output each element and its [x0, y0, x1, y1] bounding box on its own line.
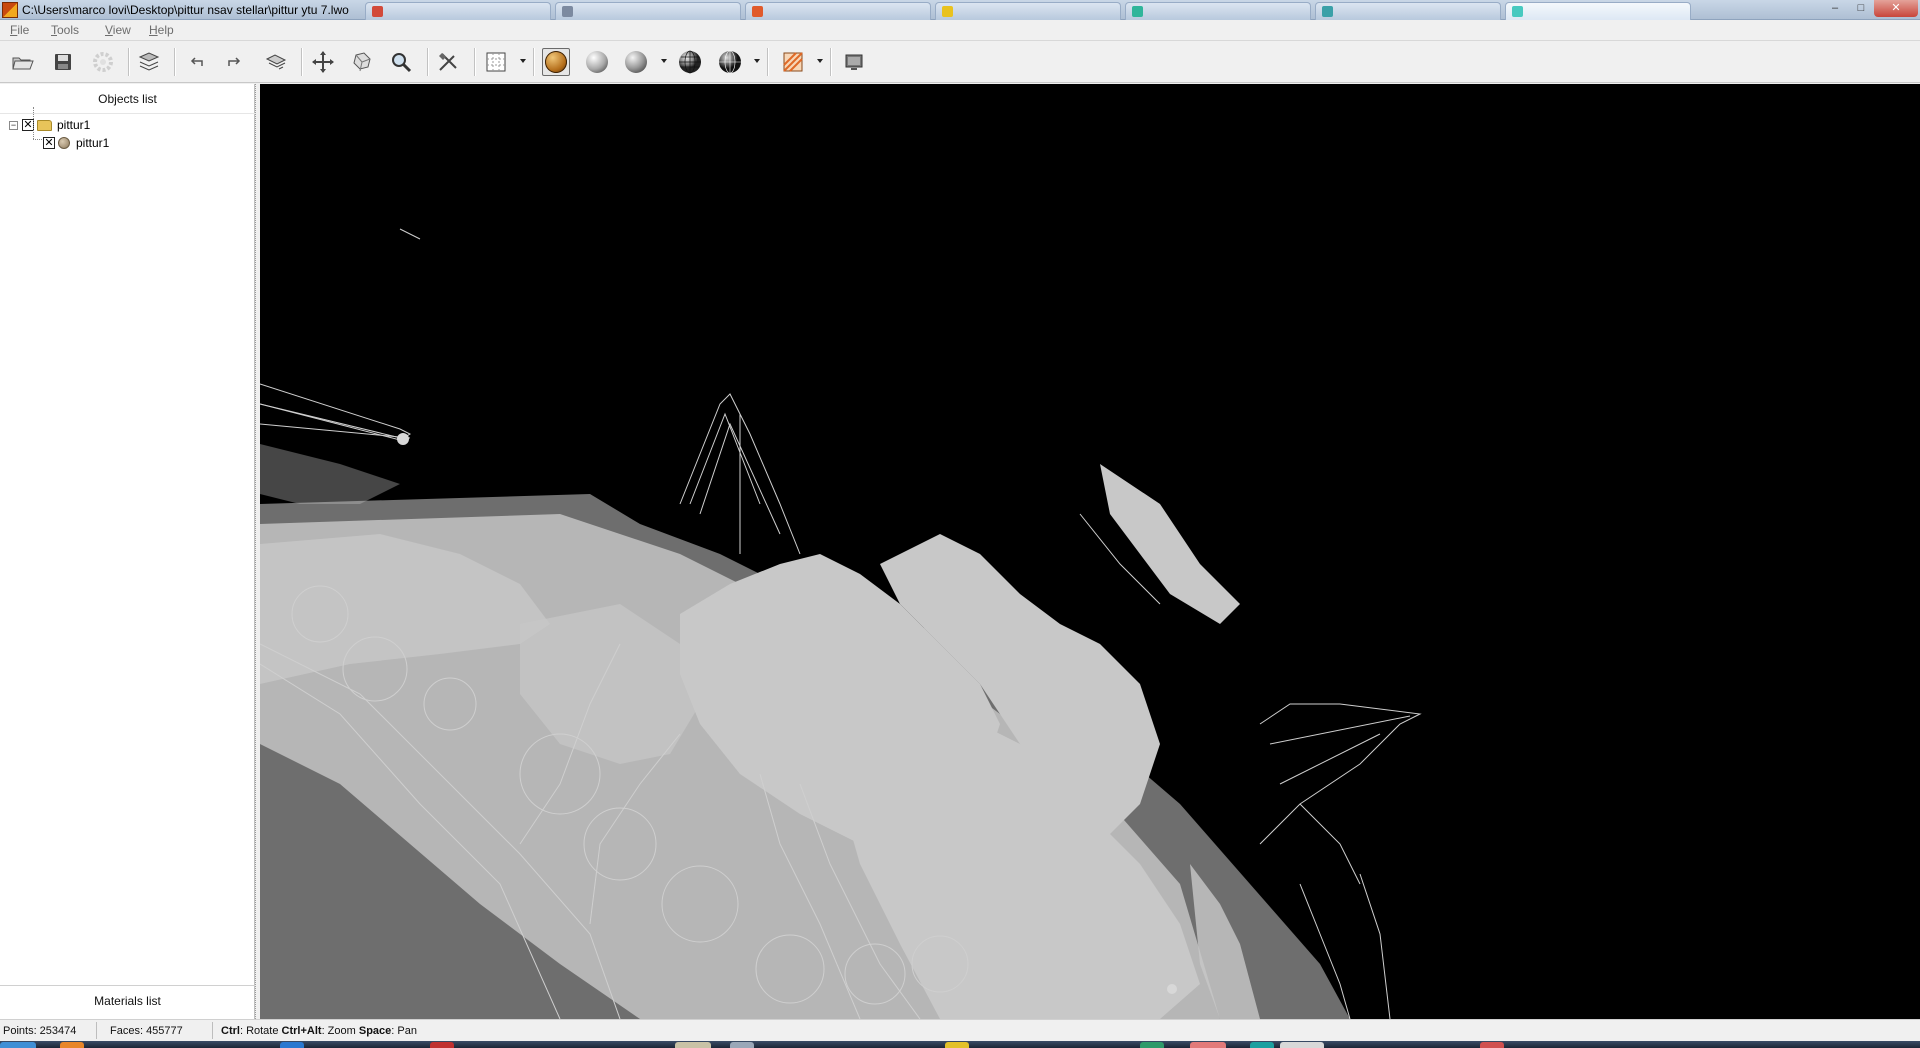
taskbar-app-icon[interactable] — [1250, 1042, 1274, 1048]
background-tab[interactable] — [1125, 2, 1311, 20]
toolbar-separator — [301, 48, 302, 76]
os-taskbar — [0, 1041, 1920, 1048]
background-tab[interactable] — [935, 2, 1121, 20]
menu-bar: File Tools View Help — [0, 20, 1920, 41]
open-icon[interactable] — [9, 48, 37, 76]
hint-key: Ctrl — [221, 1025, 240, 1037]
background-tab[interactable] — [745, 2, 931, 20]
taskbar-app-icon[interactable] — [1480, 1042, 1504, 1048]
wireframe-dropdown-arrow-icon[interactable] — [754, 59, 760, 63]
hint-action: : Rotate — [239, 1025, 282, 1037]
tools-icon[interactable] — [434, 48, 462, 76]
tree-node-label: pittur1 — [76, 136, 110, 150]
menu-file[interactable]: File — [10, 23, 29, 37]
background-dropdown-arrow-icon[interactable] — [817, 59, 823, 63]
taskbar-app-icon[interactable] — [280, 1042, 304, 1048]
taskbar-app-icon[interactable] — [60, 1042, 84, 1048]
background-tab[interactable] — [1505, 2, 1691, 20]
hint-key: Ctrl+Alt — [281, 1025, 322, 1037]
menu-view[interactable]: View — [105, 23, 131, 37]
move-icon[interactable] — [309, 48, 337, 76]
faces-count: Faces: 455777 — [110, 1025, 183, 1037]
background-tab[interactable] — [365, 2, 551, 20]
wireframe-shaded-icon[interactable] — [676, 48, 704, 76]
taskbar-app-icon[interactable] — [1140, 1042, 1164, 1048]
screenshot-icon[interactable] — [840, 48, 868, 76]
toolbar-separator — [174, 48, 175, 76]
background-icon[interactable] — [779, 48, 807, 76]
toolbar-separator — [128, 48, 129, 76]
zoom-icon[interactable] — [387, 48, 415, 76]
tree-node-label: pittur1 — [57, 118, 91, 132]
toolbar-separator — [830, 48, 831, 76]
hint-action: : Zoom — [321, 1025, 359, 1037]
tree-connector — [33, 139, 42, 140]
taskbar-app-icon[interactable] — [430, 1042, 454, 1048]
background-tab[interactable] — [555, 2, 741, 20]
textured-shading-icon[interactable] — [542, 48, 570, 76]
wireframe-icon[interactable] — [716, 48, 744, 76]
toolbar — [0, 41, 1920, 83]
start-button[interactable] — [0, 1042, 36, 1048]
collapse-toggle-icon[interactable]: − — [9, 120, 18, 130]
grid-display-icon[interactable] — [482, 48, 510, 76]
title-bar[interactable]: C:\Users\marco lovi\Desktop\pittur nsav … — [0, 0, 1920, 20]
taskbar-app-icon[interactable] — [1280, 1042, 1324, 1048]
points-count: Points: 253474 — [3, 1025, 77, 1037]
menu-tools[interactable]: Tools — [51, 23, 79, 37]
rotate-icon[interactable] — [348, 48, 376, 76]
taskbar-app-icon[interactable] — [675, 1042, 711, 1048]
materials-list-header[interactable]: Materials list — [0, 985, 255, 1019]
background-tab[interactable] — [1315, 2, 1501, 20]
maximize-icon[interactable]: □ — [1848, 0, 1874, 17]
menu-help[interactable]: Help — [149, 23, 174, 37]
background-browser-tabs — [365, 2, 1695, 20]
folder-icon — [37, 119, 52, 131]
smooth-shading-icon[interactable] — [583, 48, 611, 76]
layers-icon[interactable] — [135, 48, 163, 76]
save-icon[interactable] — [49, 48, 77, 76]
toolbar-separator — [427, 48, 428, 76]
flat-shading-icon[interactable] — [622, 48, 650, 76]
window-controls: – □ ✕ — [1822, 0, 1918, 17]
shading-dropdown-arrow-icon[interactable] — [661, 59, 667, 63]
settings-gear-icon[interactable] — [89, 48, 117, 76]
navigation-hints: Ctrl: Rotate Ctrl+Alt: Zoom Space: Pan — [221, 1025, 417, 1037]
tree-node-folder[interactable]: − ✕ pittur1 — [9, 117, 90, 133]
toolbar-separator — [474, 48, 475, 76]
grid-dropdown-arrow-icon[interactable] — [520, 59, 526, 63]
status-divider — [212, 1022, 213, 1039]
redo-icon[interactable] — [220, 48, 248, 76]
close-icon[interactable]: ✕ — [1874, 0, 1918, 17]
app-icon[interactable] — [2, 2, 18, 18]
taskbar-app-icon[interactable] — [730, 1042, 754, 1048]
wireframe-mesh — [260, 228, 1422, 1019]
visibility-checkbox[interactable]: ✕ — [43, 137, 55, 149]
mesh-object-icon — [58, 137, 70, 149]
3d-viewport[interactable] — [260, 84, 1920, 1019]
taskbar-app-icon[interactable] — [945, 1042, 969, 1048]
hint-action: : Pan — [391, 1025, 417, 1037]
toolbar-separator — [533, 48, 534, 76]
taskbar-app-icon[interactable] — [1190, 1042, 1226, 1048]
minimize-icon[interactable]: – — [1822, 0, 1848, 17]
hint-key: Space — [358, 1025, 392, 1037]
objects-panel: Objects list — [0, 84, 255, 1019]
tree-node-object[interactable]: ✕ pittur1 — [43, 135, 109, 151]
window-title: C:\Users\marco lovi\Desktop\pittur nsav … — [22, 3, 349, 17]
reset-view-icon[interactable] — [262, 48, 290, 76]
undo-icon[interactable] — [183, 48, 211, 76]
toolbar-separator — [767, 48, 768, 76]
objects-list-header: Objects list — [0, 84, 255, 114]
status-bar: Points: 253474 Faces: 455777 Ctrl: Rotat… — [0, 1019, 1920, 1041]
status-divider — [96, 1022, 97, 1039]
tree-connector — [33, 107, 34, 139]
